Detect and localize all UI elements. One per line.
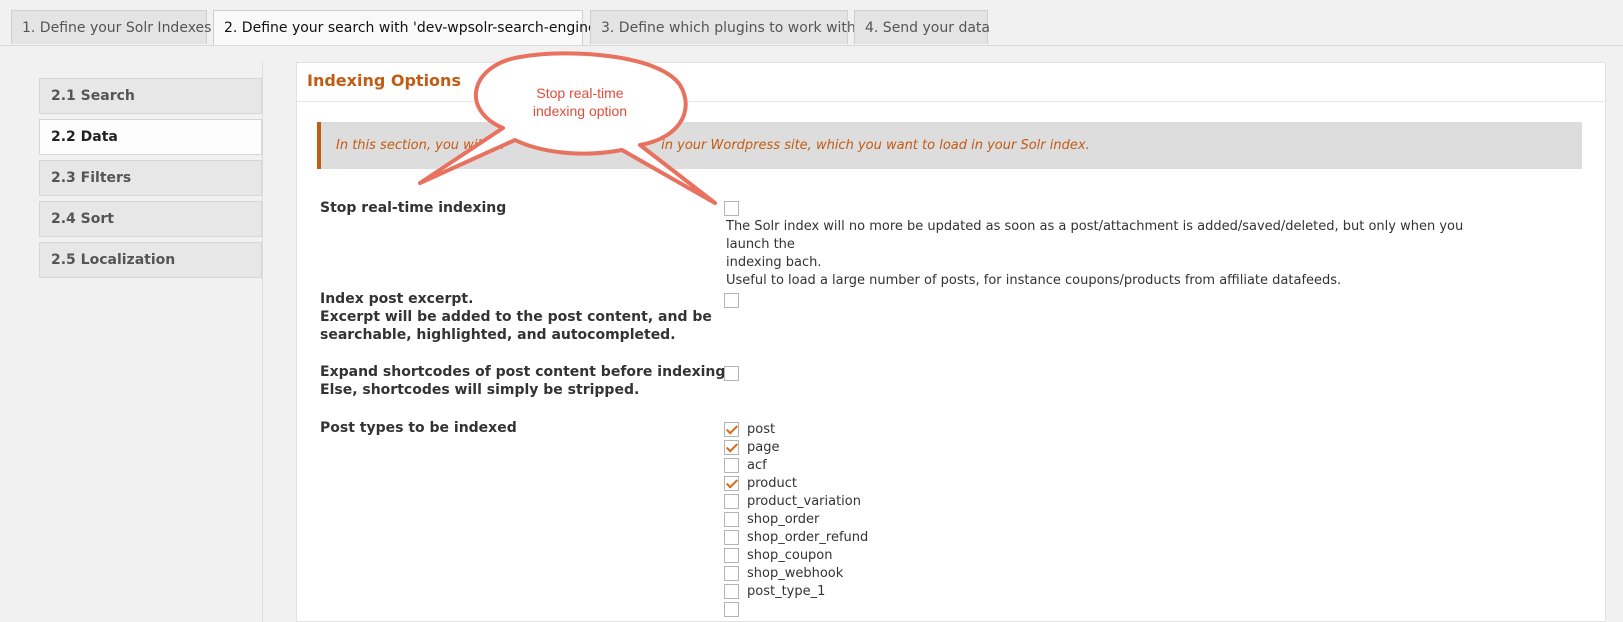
- callout-text-line2: indexing option: [532, 103, 628, 119]
- post-type-label-acf: acf: [747, 458, 767, 473]
- stop-realtime-checkbox[interactable]: [724, 201, 739, 216]
- post-type-label-product-variation: product_variation: [747, 494, 861, 509]
- excerpt-label-line1: Index post excerpt.: [320, 291, 474, 307]
- post-type-label-shop-webhook: shop_webhook: [747, 566, 844, 581]
- tab-send-data[interactable]: 4. Send your data: [854, 10, 990, 44]
- post-type-checkbox-product[interactable]: [724, 476, 739, 491]
- stop-realtime-desc-line3: Useful to load a large number of posts, …: [726, 273, 1342, 288]
- post-type-label-shop-order: shop_order: [747, 512, 820, 527]
- panel-title: Indexing Options: [307, 71, 461, 90]
- post-type-label-post: post: [747, 422, 776, 437]
- section-notice: In this section, you will ch in your Wor…: [317, 122, 1582, 169]
- expand-shortcodes-checkbox[interactable]: [724, 366, 739, 381]
- post-type-checkbox-post[interactable]: [724, 422, 739, 437]
- subnav-divider: [262, 62, 263, 622]
- tabs-divider: [0, 45, 1623, 46]
- stop-realtime-desc-line2: indexing bach.: [726, 255, 822, 270]
- post-type-label-post-type-1: post_type_1: [747, 584, 826, 599]
- excerpt-label-line2: Excerpt will be added to the post conten…: [320, 309, 712, 325]
- stop-realtime-label: Stop real-time indexing: [320, 200, 507, 216]
- panel-divider: [297, 101, 1605, 102]
- subnav-item-filters[interactable]: 2.3 Filters: [39, 160, 262, 196]
- post-type-checkbox-partial[interactable]: [724, 602, 739, 617]
- indexing-options-panel: Indexing Options In this section, you wi…: [296, 62, 1606, 622]
- subnav-item-localization[interactable]: 2.5 Localization: [39, 242, 262, 278]
- shortcodes-label: Expand shortcodes of post content before…: [320, 363, 731, 399]
- post-type-label-product: product: [747, 476, 798, 491]
- subnav-item-sort[interactable]: 2.4 Sort: [39, 201, 262, 237]
- tab-define-solr-indexes[interactable]: 1. Define your Solr Indexes: [11, 10, 211, 44]
- tab-define-search[interactable]: 2. Define your search with 'dev-wpsolr-s…: [213, 10, 600, 46]
- subnav-item-data[interactable]: 2.2 Data: [39, 119, 262, 155]
- tab-define-plugins[interactable]: 3. Define which plugins to work with: [590, 10, 856, 44]
- post-type-checkbox-shop-order[interactable]: [724, 512, 739, 527]
- post-type-checkbox-page[interactable]: [724, 440, 739, 455]
- post-type-checkbox-shop-webhook[interactable]: [724, 566, 739, 581]
- post-type-checkbox-shop-order-refund[interactable]: [724, 530, 739, 545]
- callout-text-line1: Stop real-time: [536, 85, 624, 101]
- post-type-checkbox-acf[interactable]: [724, 458, 739, 473]
- index-excerpt-checkbox[interactable]: [724, 293, 739, 308]
- post-type-label-shop-coupon: shop_coupon: [747, 548, 833, 563]
- shortcodes-label-line1: Expand shortcodes of post content before…: [320, 364, 731, 380]
- callout-text: Stop real-time indexing option: [500, 84, 660, 120]
- excerpt-label: Index post excerpt. Excerpt will be adde…: [320, 290, 712, 344]
- post-types-label: Post types to be indexed: [320, 420, 517, 436]
- post-type-label-page: page: [747, 440, 780, 455]
- excerpt-label-line3: searchable, highlighted, and autocomplet…: [320, 327, 676, 343]
- post-type-checkbox-product-variation[interactable]: [724, 494, 739, 509]
- stop-realtime-desc-line1: The Solr index will no more be updated a…: [726, 219, 1464, 252]
- post-type-checkbox-shop-coupon[interactable]: [724, 548, 739, 563]
- shortcodes-label-line2: Else, shortcodes will simply be stripped…: [320, 382, 640, 398]
- post-type-label-shop-order-refund: shop_order_refund: [747, 530, 869, 545]
- post-type-checkbox-post-type-1[interactable]: [724, 584, 739, 599]
- subnav-item-search[interactable]: 2.1 Search: [39, 78, 262, 114]
- stop-realtime-description: The Solr index will no more be updated a…: [726, 218, 1486, 290]
